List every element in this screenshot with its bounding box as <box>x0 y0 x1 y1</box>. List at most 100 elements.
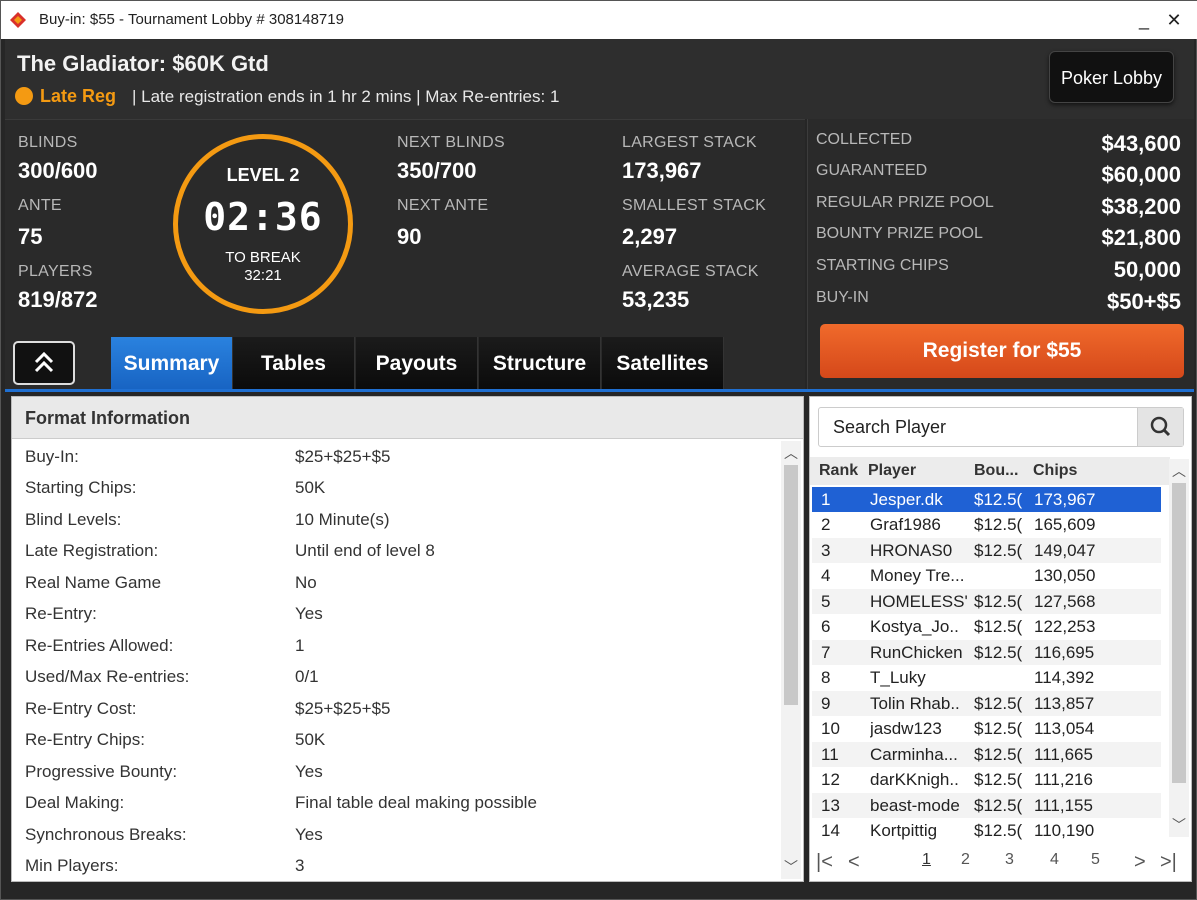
prize-pool-panel: COLLECTED $43,600 GUARANTEED $60,000 REG… <box>807 119 1194 389</box>
average-stack-label: AVERAGE STACK <box>622 263 759 280</box>
page-link[interactable]: 4 <box>1050 851 1059 869</box>
buy-in-label: BUY-IN <box>816 289 869 306</box>
scroll-down-icon[interactable]: ﹀ <box>781 857 801 877</box>
ante-label: ANTE <box>18 197 62 214</box>
scroll-up-icon[interactable]: ︿ <box>1169 461 1189 481</box>
next-ante-value: 90 <box>397 224 422 249</box>
level-label: LEVEL 2 <box>226 165 300 185</box>
chevron-up-double-icon <box>34 351 54 373</box>
scroll-up-icon[interactable]: ︿ <box>781 443 801 463</box>
page-link[interactable]: 2 <box>961 851 970 869</box>
poker-lobby-button[interactable]: Poker Lobby <box>1049 51 1174 103</box>
player-row[interactable]: 1 Jesper.dk $12.5(173,967 <box>812 487 1161 512</box>
first-page-icon[interactable]: |< <box>816 851 833 874</box>
format-row: Deal Making: Final table deal making poss… <box>25 793 537 812</box>
column-chips[interactable]: Chips <box>1033 462 1077 480</box>
format-scrollbar-thumb[interactable] <box>784 465 798 705</box>
smallest-stack-value: 2,297 <box>622 224 678 249</box>
starting-chips-label: STARTING CHIPS <box>816 257 949 274</box>
player-row[interactable]: 2 Graf1986 $12.5(165,609 <box>812 512 1161 537</box>
buy-in-value: $50+$5 <box>1106 289 1181 314</box>
player-row[interactable]: 12 darKKnigh.. $12.5(111,216 <box>812 767 1161 792</box>
to-break-label: TO BREAK <box>225 249 301 266</box>
player-row[interactable]: 10 jasdw123 $12.5(113,054 <box>812 716 1161 741</box>
close-button[interactable]: ✕ <box>1161 7 1187 33</box>
player-row[interactable]: 3 HRONAS0 $12.5(149,047 <box>812 538 1161 563</box>
format-information-title: Format Information <box>12 397 803 439</box>
prev-page-icon[interactable]: < <box>848 851 860 874</box>
players-label: PLAYERS <box>18 263 93 280</box>
players-table-header: Rank Player Bou... Chips <box>810 457 1170 485</box>
minimize-button[interactable]: _ <box>1131 7 1157 33</box>
tab-tables[interactable]: Tables <box>233 337 355 389</box>
late-reg-info: | Late registration ends in 1 hr 2 mins … <box>132 87 560 106</box>
scroll-down-icon[interactable]: ﹀ <box>1169 815 1189 835</box>
players-scrollbar[interactable]: ︿ ﹀ <box>1169 459 1189 837</box>
column-rank[interactable]: Rank <box>819 462 858 480</box>
last-page-icon[interactable]: >| <box>1160 851 1177 874</box>
window-title: Buy-in: $55 - Tournament Lobby # 3081487… <box>39 11 344 28</box>
players-scrollbar-thumb[interactable] <box>1172 483 1186 783</box>
pokerstars-logo-icon <box>10 12 26 28</box>
starting-chips-value: 50,000 <box>1113 257 1181 282</box>
bounty-prize-pool-label: BOUNTY PRIZE POOL <box>816 225 983 242</box>
player-row[interactable]: 11 Carminha... $12.5(111,665 <box>812 742 1161 767</box>
player-row[interactable]: 5 HOMELESS' $12.5(127,568 <box>812 589 1161 614</box>
regular-prize-pool-label: REGULAR PRIZE POOL <box>816 194 994 211</box>
column-bounty[interactable]: Bou... <box>974 462 1018 480</box>
tab-structure[interactable]: Structure <box>479 337 601 389</box>
format-row: Buy-In: $25+$25+$5 <box>25 447 391 466</box>
players-panel: Search Player Rank Player Bou... Chips 1… <box>809 396 1192 882</box>
largest-stack-value: 173,967 <box>622 158 702 183</box>
late-reg-status-icon <box>15 87 33 105</box>
page-link[interactable]: 3 <box>1005 851 1014 869</box>
format-row: Starting Chips: 50K <box>25 478 326 497</box>
tab-payouts[interactable]: Payouts <box>356 337 478 389</box>
format-row: Used/Max Re-entries: 0/1 <box>25 667 319 686</box>
collapse-header-button[interactable] <box>13 341 75 385</box>
tab-satellites[interactable]: Satellites <box>602 337 724 389</box>
title-bar: Buy-in: $55 - Tournament Lobby # 3081487… <box>1 1 1197 39</box>
regular-prize-pool-value: $38,200 <box>1101 194 1181 219</box>
collected-label: COLLECTED <box>816 131 913 148</box>
format-row: Late Registration: Until end of level 8 <box>25 541 435 560</box>
format-row: Min Players: 3 <box>25 856 305 875</box>
search-button[interactable] <box>1137 408 1183 446</box>
search-player-placeholder: Search Player <box>833 417 947 437</box>
blinds-label: BLINDS <box>18 134 78 151</box>
format-row: Progressive Bounty: Yes <box>25 762 323 781</box>
column-player[interactable]: Player <box>868 462 916 480</box>
level-clock: LEVEL 2 02:36 TO BREAK 32:21 <box>173 134 353 314</box>
guaranteed-value: $60,000 <box>1101 162 1181 187</box>
player-row[interactable]: 4 Money Tre... 130,050 <box>812 563 1161 588</box>
tournament-lobby-window: Buy-in: $55 - Tournament Lobby # 3081487… <box>0 0 1197 900</box>
player-row[interactable]: 9 Tolin Rhab.. $12.5(113,857 <box>812 691 1161 716</box>
search-player-field[interactable]: Search Player <box>818 407 1184 447</box>
tab-summary[interactable]: Summary <box>111 337 233 389</box>
page-link[interactable]: 5 <box>1091 851 1100 869</box>
format-scrollbar[interactable]: ︿ ﹀ <box>781 441 801 879</box>
format-row: Re-Entry Chips: 50K <box>25 730 326 749</box>
tournament-header: The Gladiator: $60K Gtd Late Reg | Late … <box>5 39 1194 119</box>
collected-value: $43,600 <box>1101 131 1181 156</box>
next-blinds-value: 350/700 <box>397 158 477 183</box>
format-information-panel: Format Information Buy-In: $25+$25+$5 Sta… <box>11 396 804 882</box>
players-value: 819/872 <box>18 287 98 312</box>
player-row[interactable]: 13 beast-mode $12.5(111,155 <box>812 793 1161 818</box>
next-page-icon[interactable]: > <box>1134 851 1146 874</box>
page-link[interactable]: 1 <box>922 851 931 869</box>
next-ante-label: NEXT ANTE <box>397 197 489 214</box>
largest-stack-label: LARGEST STACK <box>622 134 757 151</box>
player-row[interactable]: 7 RunChicken $12.5(116,695 <box>812 640 1161 665</box>
level-timer: 02:36 <box>203 195 323 239</box>
player-row[interactable]: 14 Kortpittig $12.5(110,190 <box>812 818 1161 843</box>
format-row: Blind Levels: 10 Minute(s) <box>25 510 390 529</box>
to-break-timer: 32:21 <box>244 267 282 284</box>
late-reg-label: Late Reg <box>40 86 117 106</box>
player-row[interactable]: 6 Kostya_Jo.. $12.5(122,253 <box>812 614 1161 639</box>
format-row: Real Name Game No <box>25 573 317 592</box>
format-row: Re-Entry: Yes <box>25 604 323 623</box>
search-icon <box>1150 416 1171 437</box>
register-button[interactable]: Register for $55 <box>820 324 1184 378</box>
player-row[interactable]: 8 T_Luky 114,392 <box>812 665 1161 690</box>
